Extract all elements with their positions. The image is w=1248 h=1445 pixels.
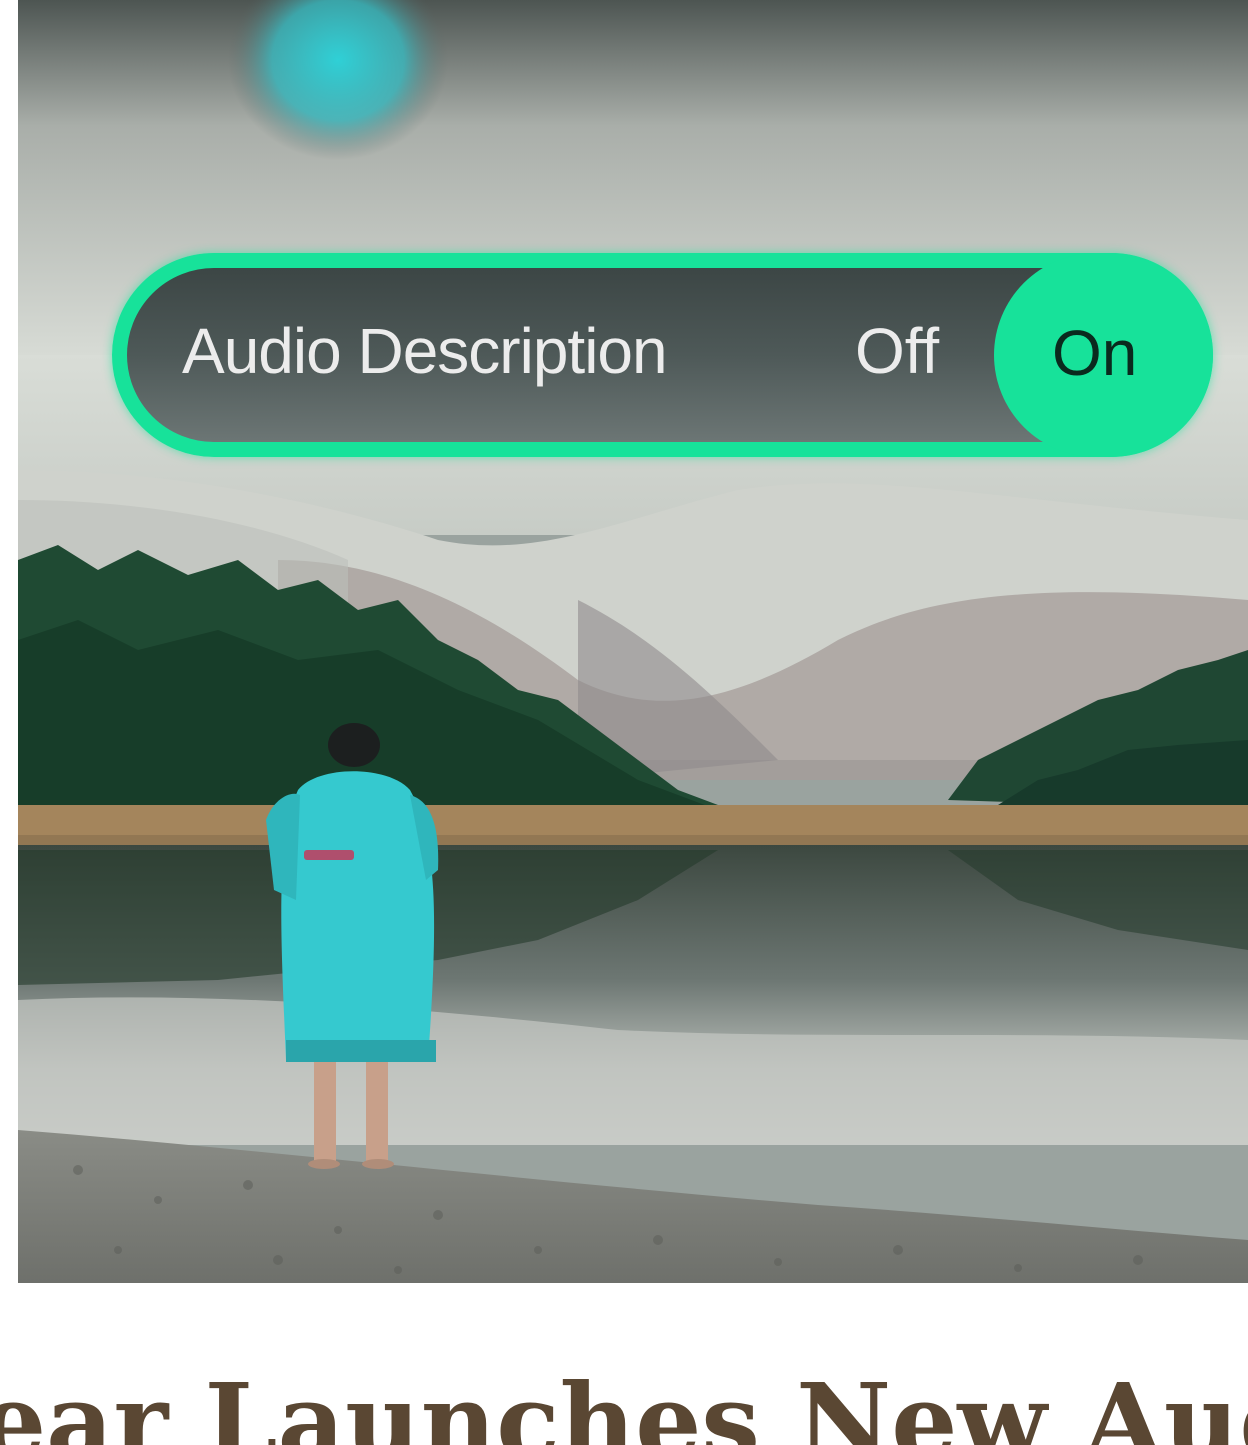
page: Audio Description Off On ear Launches Ne… — [0, 0, 1248, 1445]
toggle-on-option[interactable]: On — [1052, 316, 1137, 390]
lake-landscape-illustration — [18, 0, 1248, 1283]
toggle-off-option[interactable]: Off — [855, 314, 939, 388]
hero-image — [18, 0, 1248, 1283]
article-headline[interactable]: ear Launches New Audio Des — [0, 1370, 1248, 1445]
audio-description-label: Audio Description — [182, 315, 668, 387]
